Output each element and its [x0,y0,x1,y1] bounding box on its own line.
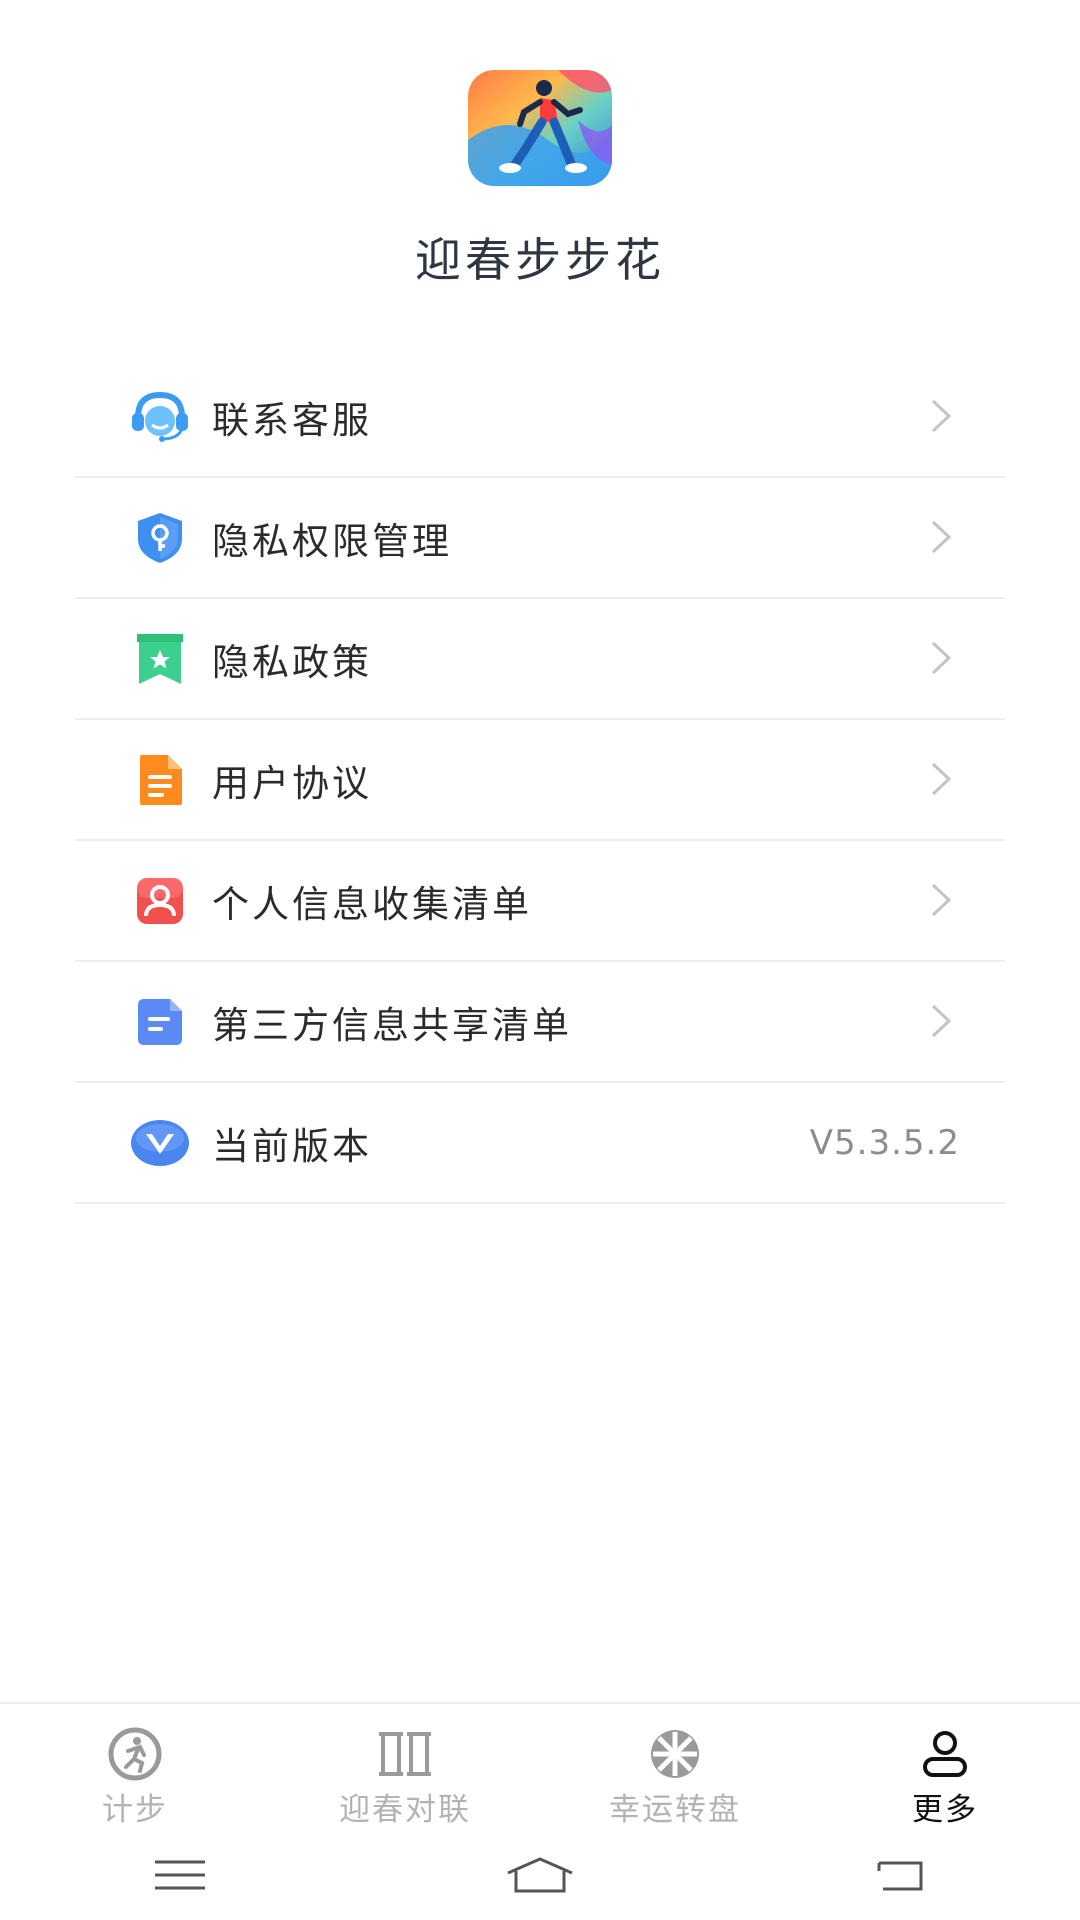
chevron-right-icon [931,520,952,554]
menu-row-label: 个人信息收集清单 [212,882,532,926]
menu-row-label: 隐私权限管理 [212,519,452,563]
tab-label: 幸运转盘 [609,1792,741,1828]
document-icon [130,750,190,810]
user-icon [912,1726,978,1782]
chevron-right-icon [931,1004,952,1038]
tab-label: 计步 [102,1792,168,1828]
step-counter-icon [102,1726,168,1782]
chevron-right-icon [931,641,952,675]
bottom-tab-bar: 计步 迎春对联 幸运转盘 更多 [0,1702,1080,1829]
menu-row-label: 联系客服 [212,398,372,442]
menu-row-label: 当前版本 [212,1124,372,1168]
tab-label: 迎春对联 [339,1792,471,1828]
tab-spring-couplets[interactable]: 迎春对联 [270,1704,540,1829]
tab-label: 更多 [912,1792,978,1828]
tab-more[interactable]: 更多 [810,1704,1080,1829]
runner-logo-icon [468,70,612,186]
app-header: 迎春步步花 [0,70,1080,290]
tab-lucky-wheel[interactable]: 幸运转盘 [540,1704,810,1829]
shield-key-icon [130,508,190,568]
version-v-icon [130,1113,190,1173]
app-name: 迎春步步花 [415,233,665,287]
menu-row-current-version: 当前版本 V5.3.5.2 [75,1083,1005,1204]
menu-row-label: 第三方信息共享清单 [212,1003,572,1047]
menu-row-label: 隐私政策 [212,640,372,684]
menu-icon[interactable] [135,1845,225,1905]
menu-row-privacy-policy[interactable]: 隐私政策 [75,599,1005,720]
chevron-right-icon [931,883,952,917]
chevron-right-icon [931,762,952,796]
home-icon[interactable] [495,1845,585,1905]
settings-menu: 联系客服 隐私权限管理 隐私政策 用户协议 个人信息收集清单 第三方信息共享清单… [75,357,1005,1204]
wheel-icon [642,1726,708,1782]
version-value: V5.3.5.2 [809,1122,960,1163]
menu-row-personal-info-list[interactable]: 个人信息收集清单 [75,841,1005,962]
menu-row-third-party-sharing-list[interactable]: 第三方信息共享清单 [75,962,1005,1083]
menu-row-user-agreement[interactable]: 用户协议 [75,720,1005,841]
chevron-right-icon [931,399,952,433]
tab-step-counter[interactable]: 计步 [0,1704,270,1829]
menu-row-customer-service[interactable]: 联系客服 [75,357,1005,478]
menu-row-privacy-permissions[interactable]: 隐私权限管理 [75,478,1005,599]
back-icon[interactable] [855,1845,945,1905]
headset-icon [130,387,190,447]
file-lines-icon [130,992,190,1052]
more-page: 迎春步步花 联系客服 隐私权限管理 隐私政策 用户协议 个人信息收集清单 第三方… [0,0,1080,1920]
system-navigation-bar [0,1830,1080,1920]
couplet-icon [372,1726,438,1782]
bookmark-star-icon [130,629,190,689]
menu-row-label: 用户协议 [212,761,372,805]
person-card-icon [130,871,190,931]
